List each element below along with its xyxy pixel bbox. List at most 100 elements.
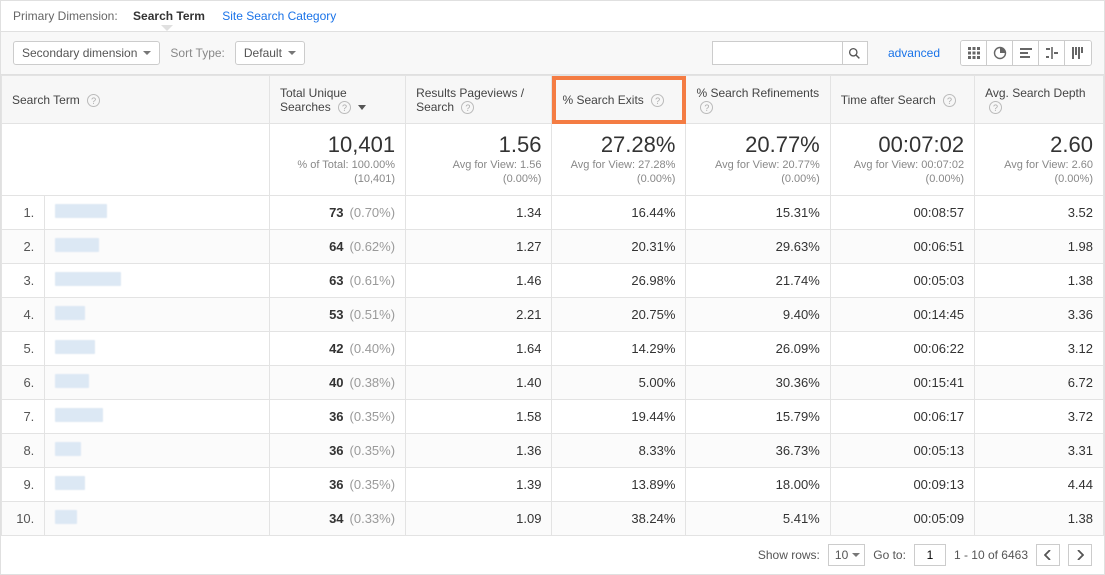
row-index: 10. bbox=[2, 501, 45, 535]
pie-icon bbox=[993, 46, 1007, 60]
search-input[interactable] bbox=[712, 41, 842, 65]
table-row[interactable]: 5.42(0.40%)1.6414.29%26.09%00:06:223.12 bbox=[2, 331, 1104, 365]
column-label: Search Term bbox=[12, 93, 80, 107]
row-unique: 36(0.35%) bbox=[270, 467, 406, 501]
prev-page-button[interactable] bbox=[1036, 544, 1060, 566]
row-unique: 40(0.38%) bbox=[270, 365, 406, 399]
row-term bbox=[45, 263, 270, 297]
row-time: 00:14:45 bbox=[830, 297, 974, 331]
row-time: 00:05:09 bbox=[830, 501, 974, 535]
view-comparison-button[interactable] bbox=[1039, 41, 1065, 65]
row-term bbox=[45, 399, 270, 433]
row-refine: 15.79% bbox=[686, 399, 830, 433]
column-label: % Search Refinements bbox=[696, 86, 819, 100]
column-header-time-after-search[interactable]: Time after Search ? bbox=[830, 76, 974, 124]
row-index: 4. bbox=[2, 297, 45, 331]
row-index: 3. bbox=[2, 263, 45, 297]
comparison-icon bbox=[1045, 46, 1059, 60]
view-table-button[interactable] bbox=[961, 41, 987, 65]
column-header-results-pageviews[interactable]: Results Pageviews / Search ? bbox=[406, 76, 552, 124]
row-index: 7. bbox=[2, 399, 45, 433]
help-icon[interactable]: ? bbox=[87, 94, 100, 107]
row-exits: 13.89% bbox=[552, 467, 686, 501]
row-term bbox=[45, 297, 270, 331]
row-unique: 73(0.70%) bbox=[270, 195, 406, 229]
help-icon[interactable]: ? bbox=[989, 101, 1002, 114]
row-rpv: 2.21 bbox=[406, 297, 552, 331]
row-index: 2. bbox=[2, 229, 45, 263]
table-row[interactable]: 9.36(0.35%)1.3913.89%18.00%00:09:134.44 bbox=[2, 467, 1104, 501]
primary-dimension-active[interactable]: Search Term bbox=[129, 7, 209, 25]
row-index: 1. bbox=[2, 195, 45, 229]
column-header-search-term[interactable]: Search Term ? bbox=[2, 76, 270, 124]
table-row[interactable]: 8.36(0.35%)1.368.33%36.73%00:05:133.31 bbox=[2, 433, 1104, 467]
help-icon[interactable]: ? bbox=[651, 94, 664, 107]
total-exits-sub1: Avg for View: 27.28% bbox=[562, 158, 675, 172]
show-rows-select[interactable]: 10 bbox=[828, 544, 865, 566]
table-row[interactable]: 2.64(0.62%)1.2720.31%29.63%00:06:511.98 bbox=[2, 229, 1104, 263]
row-rpv: 1.09 bbox=[406, 501, 552, 535]
row-exits: 38.24% bbox=[552, 501, 686, 535]
next-page-button[interactable] bbox=[1068, 544, 1092, 566]
help-icon[interactable]: ? bbox=[461, 101, 474, 114]
row-refine: 36.73% bbox=[686, 433, 830, 467]
table-icon bbox=[967, 46, 981, 60]
row-term bbox=[45, 467, 270, 501]
row-depth: 1.38 bbox=[975, 501, 1104, 535]
column-header-search-exits[interactable]: % Search Exits ? bbox=[552, 76, 686, 124]
help-icon[interactable]: ? bbox=[700, 101, 713, 114]
row-rpv: 1.40 bbox=[406, 365, 552, 399]
column-header-unique-searches[interactable]: Total Unique Searches ? bbox=[270, 76, 406, 124]
table-row[interactable]: 10.34(0.33%)1.0938.24%5.41%00:05:091.38 bbox=[2, 501, 1104, 535]
primary-dimension-bar: Primary Dimension: Search Term Site Sear… bbox=[1, 1, 1104, 32]
row-depth: 3.36 bbox=[975, 297, 1104, 331]
row-term bbox=[45, 331, 270, 365]
total-rpv: 1.56 bbox=[416, 132, 541, 158]
row-depth: 6.72 bbox=[975, 365, 1104, 399]
row-unique: 36(0.35%) bbox=[270, 399, 406, 433]
view-pie-button[interactable] bbox=[987, 41, 1013, 65]
column-header-search-refinements[interactable]: % Search Refinements ? bbox=[686, 76, 830, 124]
bars-icon bbox=[1019, 46, 1033, 60]
total-refine-sub2: (0.00%) bbox=[696, 172, 819, 186]
total-exits-sub2: (0.00%) bbox=[562, 172, 675, 186]
sort-type-value: Default bbox=[244, 46, 282, 60]
caret-down-icon bbox=[143, 51, 151, 55]
help-icon[interactable]: ? bbox=[338, 101, 351, 114]
secondary-dimension-dropdown[interactable]: Secondary dimension bbox=[13, 41, 160, 65]
row-time: 00:06:17 bbox=[830, 399, 974, 433]
view-performance-button[interactable] bbox=[1013, 41, 1039, 65]
table-row[interactable]: 7.36(0.35%)1.5819.44%15.79%00:06:173.72 bbox=[2, 399, 1104, 433]
toolbar: Secondary dimension Sort Type: Default a… bbox=[1, 32, 1104, 75]
row-refine: 9.40% bbox=[686, 297, 830, 331]
pivot-icon bbox=[1071, 46, 1085, 60]
primary-dimension-alt-link[interactable]: Site Search Category bbox=[222, 9, 336, 23]
table-row[interactable]: 3.63(0.61%)1.4626.98%21.74%00:05:031.38 bbox=[2, 263, 1104, 297]
secondary-dimension-label: Secondary dimension bbox=[22, 46, 137, 60]
advanced-link[interactable]: advanced bbox=[888, 46, 940, 60]
column-header-avg-search-depth[interactable]: Avg. Search Depth ? bbox=[975, 76, 1104, 124]
sort-desc-icon bbox=[358, 105, 366, 110]
total-unique-searches: 10,401 bbox=[280, 132, 395, 158]
row-unique: 63(0.61%) bbox=[270, 263, 406, 297]
row-rpv: 1.46 bbox=[406, 263, 552, 297]
view-pivot-button[interactable] bbox=[1065, 41, 1091, 65]
column-label: Total Unique Searches bbox=[280, 86, 347, 114]
chevron-right-icon bbox=[1076, 550, 1084, 560]
row-time: 00:06:22 bbox=[830, 331, 974, 365]
search-icon bbox=[848, 47, 861, 60]
row-rpv: 1.27 bbox=[406, 229, 552, 263]
table-row[interactable]: 4.53(0.51%)2.2120.75%9.40%00:14:453.36 bbox=[2, 297, 1104, 331]
help-icon[interactable]: ? bbox=[943, 94, 956, 107]
goto-input[interactable] bbox=[914, 544, 946, 566]
row-unique: 34(0.33%) bbox=[270, 501, 406, 535]
search-button[interactable] bbox=[842, 41, 868, 65]
table-row[interactable]: 6.40(0.38%)1.405.00%30.36%00:15:416.72 bbox=[2, 365, 1104, 399]
row-refine: 29.63% bbox=[686, 229, 830, 263]
sort-type-dropdown[interactable]: Default bbox=[235, 41, 305, 65]
row-index: 9. bbox=[2, 467, 45, 501]
row-depth: 4.44 bbox=[975, 467, 1104, 501]
table-row[interactable]: 1.73(0.70%)1.3416.44%15.31%00:08:573.52 bbox=[2, 195, 1104, 229]
row-time: 00:05:03 bbox=[830, 263, 974, 297]
show-rows-label: Show rows: bbox=[758, 548, 820, 562]
